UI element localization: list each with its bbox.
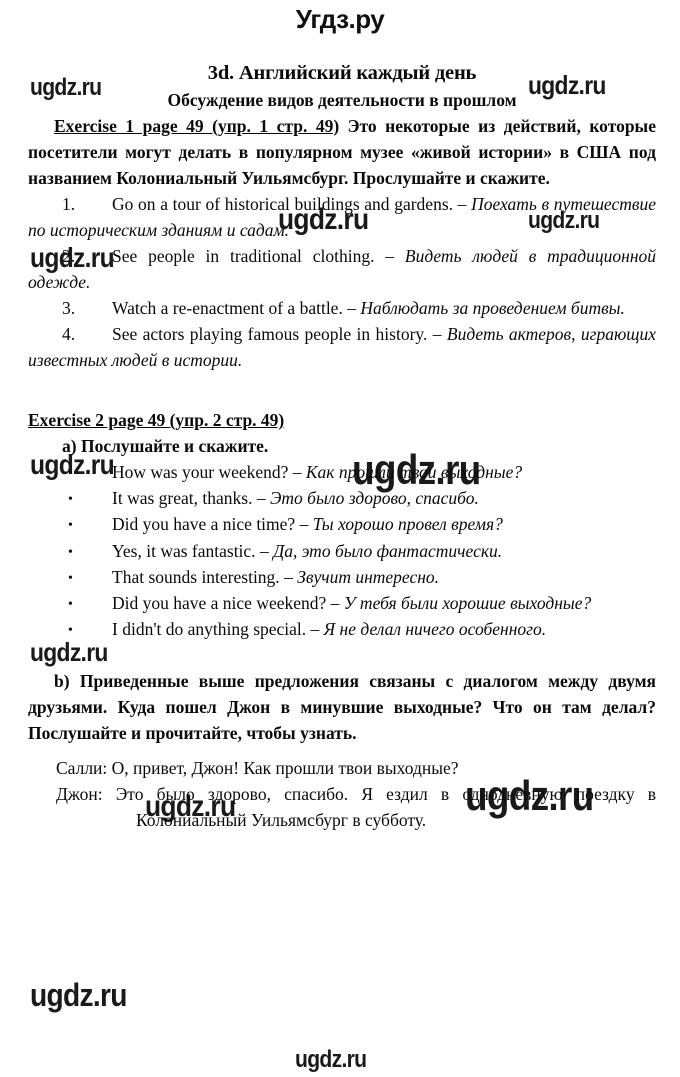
item-english-text: That sounds interesting. — [112, 566, 280, 587]
watermark: ugdz.ru — [295, 1046, 367, 1073]
exercise1-intro: Exercise 1 page 49 (упр. 1 стр. 49) Это … — [28, 113, 656, 191]
item-dash: – — [427, 324, 447, 345]
item-russian-translation: Наблюдать за проведением битвы. — [360, 298, 625, 318]
item-english-text: I didn't do anything special. — [112, 618, 307, 639]
dialogue-speaker: Салли: — [56, 757, 108, 778]
bullet-marker: • — [68, 596, 73, 612]
bullet-marker: • — [68, 622, 73, 638]
exercise2-label: Exercise 2 page 49 (упр. 2 стр. 49) — [28, 410, 285, 431]
document-page: Угдз.ру ugdz.ru ugdz.ru ugdz.ru ugdz.ru ugdz… — [0, 0, 680, 1077]
list-item: • I didn't do anything special. – Я не де… — [28, 616, 656, 642]
page-subtitle: Обсуждение видов деятельности в прошлом — [167, 89, 517, 110]
item-dash: – — [295, 514, 313, 535]
item-dash: – — [453, 193, 472, 214]
item-russian-translation: Как прошли твои выходные? — [305, 462, 523, 483]
watermark: ugdz.ru — [30, 977, 127, 1013]
exercise2-part-a-list: • How was your weekend? – Как прошли твои… — [28, 459, 656, 641]
bullet-marker: • — [68, 544, 73, 560]
list-item: 3. Watch a re-enactment of a battle. – На… — [28, 295, 656, 321]
dialogue-text: Это было здорово, спасибо. Я ездил в одн… — [102, 784, 656, 831]
bullet-marker: • — [68, 518, 73, 534]
site-logo: Угдз.ру — [295, 4, 385, 34]
exercise2-label-row: Exercise 2 page 49 (упр. 2 стр. 49) — [28, 407, 656, 433]
item-dash: – — [255, 540, 274, 561]
dialogue-text: О, привет, Джон! Как прошли твои выходны… — [107, 757, 459, 778]
item-english-text: Did you have a nice weekend? — [112, 592, 327, 613]
exercise2-part-a-heading: a) Послушайте и скажите. — [62, 436, 269, 457]
item-dash: – — [252, 488, 270, 509]
list-item: • How was your weekend? – Как прошли твои… — [28, 459, 656, 485]
list-item: 1. Go on a tour of historical buildings a… — [28, 191, 656, 243]
list-item: 4. See actors playing famous people in hi… — [28, 321, 656, 373]
list-item: • Yes, it was fantastic. – Да, это было ф… — [28, 538, 656, 564]
dialogue-speaker: Джон: — [56, 784, 103, 804]
item-russian-translation: Ты хорошо провел время? — [312, 514, 503, 535]
number-marker: 2. — [62, 245, 76, 266]
bullet-marker: • — [68, 492, 73, 508]
exercise2-part-b-heading: b) Приведенные выше предложения связаны … — [28, 670, 656, 743]
item-english-text: Did you have a nice time? — [112, 514, 296, 535]
number-marker: 1. — [62, 193, 76, 214]
item-russian-translation: Звучит интересно. — [297, 566, 440, 587]
item-russian-translation: Это было здорово, спасибо. — [269, 488, 479, 509]
item-english-text: See actors playing famous people in hist… — [112, 324, 428, 345]
item-english-text: See people in traditional clothing. — [112, 245, 375, 266]
item-russian-translation: Я не делал ничего особенного. — [323, 618, 547, 639]
item-russian-translation: Да, это было фантастически. — [273, 540, 503, 561]
item-dash: – — [306, 618, 324, 639]
bullet-marker: • — [68, 466, 73, 482]
exercise1-item-list: 1. Go on a tour of historical buildings a… — [28, 191, 656, 373]
dialogue-line: Салли: О, привет, Джон! Как прошли твои … — [28, 755, 656, 781]
list-item: • Did you have a nice weekend? – У тебя б… — [28, 590, 656, 616]
list-item: 2. See people in traditional clothing. – … — [28, 243, 656, 295]
page-title: 3d. Английский каждый день — [207, 62, 477, 84]
number-marker: 3. — [62, 298, 76, 318]
list-item: • Did you have a nice time? – Ты хорошо п… — [28, 511, 656, 537]
document-content: 3d. Английский каждый день Обсуждение ви… — [28, 62, 656, 833]
item-dash: – — [374, 245, 405, 266]
list-item: • That sounds interesting. – Звучит интер… — [28, 564, 656, 590]
item-dash: – — [288, 462, 306, 483]
item-dash: – — [342, 298, 361, 318]
number-marker: 4. — [62, 324, 76, 345]
dialogue-line: Джон: Это было здорово, спасибо. Я ездил… — [28, 781, 656, 833]
item-english-text: How was your weekend? — [112, 462, 289, 483]
list-item: • It was great, thanks. – Это было здоров… — [28, 485, 656, 511]
item-english-text: It was great, thanks. — [112, 488, 253, 509]
exercise1-label: Exercise 1 page 49 (упр. 1 стр. 49) — [54, 115, 340, 136]
item-russian-translation: У тебя были хорошие выходные? — [343, 592, 592, 613]
bullet-marker: • — [68, 570, 73, 586]
item-dash: – — [326, 592, 344, 613]
item-english-text: Watch a re-enactment of a battle. — [112, 298, 343, 318]
item-english-text: Yes, it was fantastic. — [112, 540, 256, 561]
item-dash: – — [279, 566, 298, 587]
item-english-text: Go on a tour of historical buildings and… — [112, 193, 454, 214]
dialogue-block: Салли: О, привет, Джон! Как прошли твои … — [28, 755, 656, 833]
